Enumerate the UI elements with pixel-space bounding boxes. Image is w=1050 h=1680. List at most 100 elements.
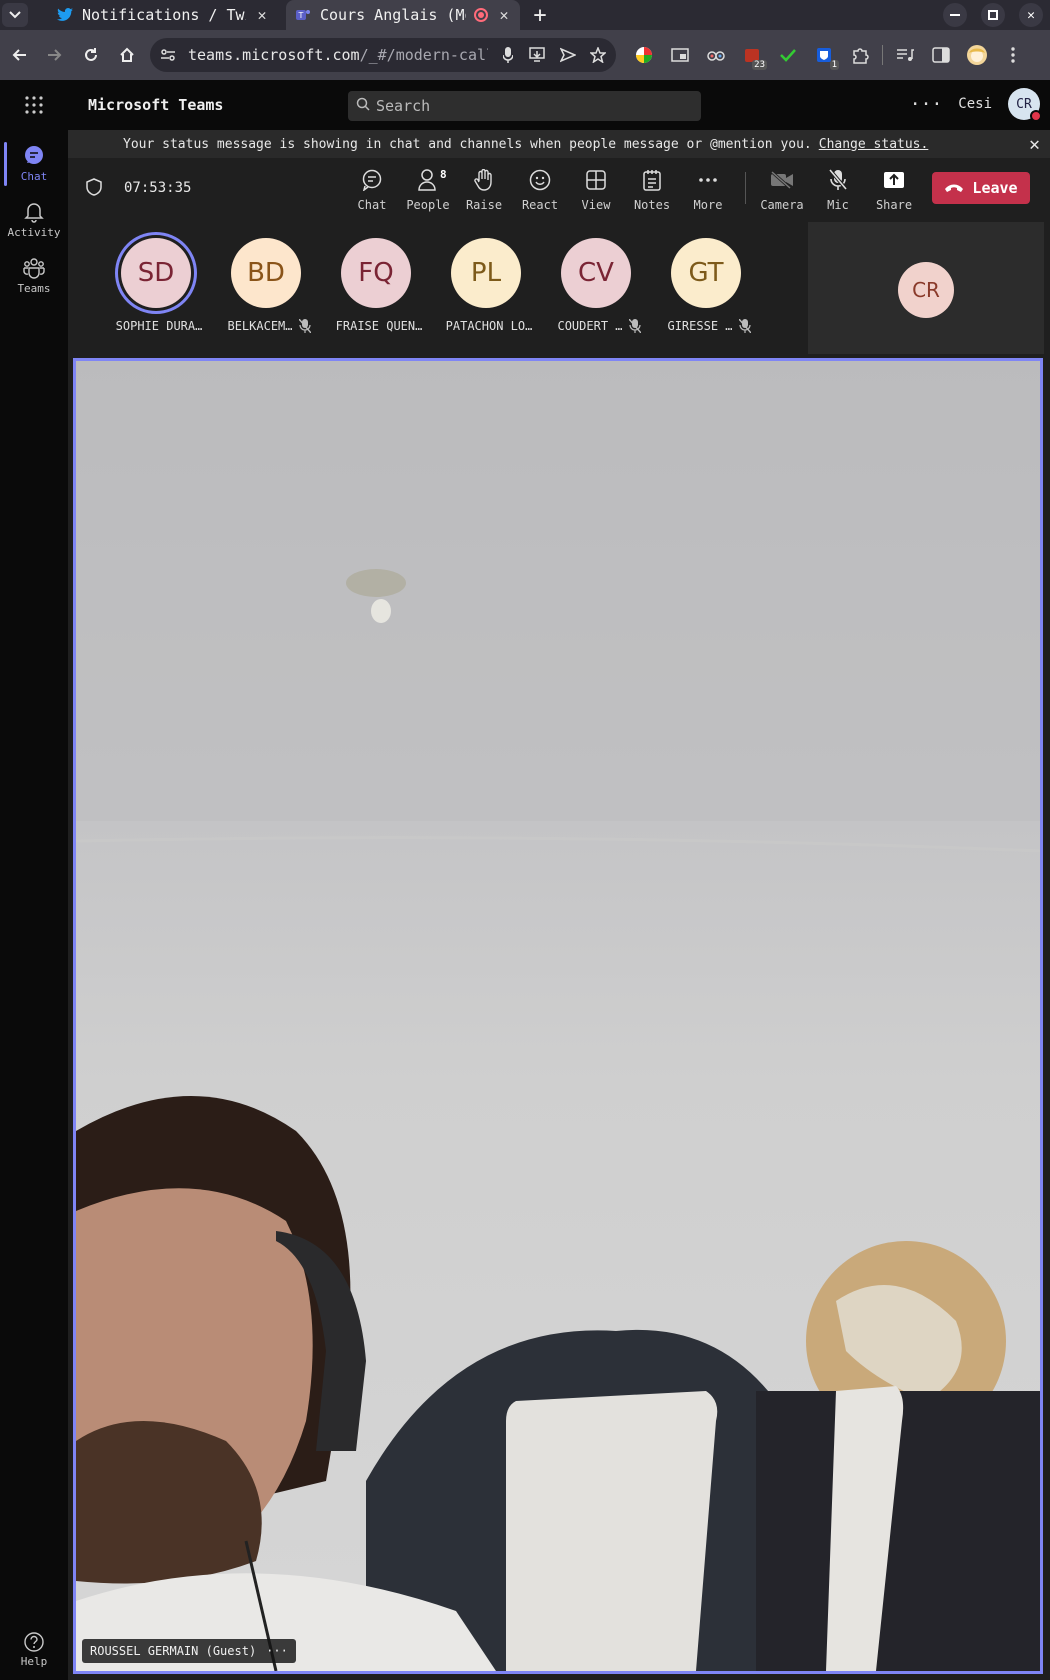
rail-item-chat[interactable]: Chat: [0, 136, 68, 192]
teams-icon: T: [294, 6, 312, 24]
participant-tile[interactable]: CV COUDERT …: [544, 238, 654, 348]
participant-avatar: BD: [231, 238, 301, 308]
participant-tile[interactable]: BD BELKACEM…: [214, 238, 324, 348]
user-avatar[interactable]: CR: [1008, 88, 1042, 122]
org-name[interactable]: Cesi: [958, 96, 992, 112]
participant-avatar: SD: [121, 238, 191, 308]
browser-tab-teams[interactable]: T Cours Anglais (Mo ✕: [286, 0, 520, 30]
site-settings-icon[interactable]: [158, 45, 178, 65]
mic-off-icon: [828, 168, 848, 192]
view-button[interactable]: View: [568, 168, 624, 212]
mic-muted-icon: [738, 319, 751, 333]
minimize-button[interactable]: [936, 0, 974, 30]
notes-button[interactable]: Notes: [624, 168, 680, 212]
shield-icon[interactable]: [86, 178, 102, 200]
microphone-icon[interactable]: [498, 45, 518, 65]
bookmark-star-icon[interactable]: [588, 45, 608, 65]
browser-tab-strip: Notifications / Twi ✕ T Cours Anglais (M…: [0, 0, 1050, 30]
tab-title: Cours Anglais (Mo: [320, 6, 466, 24]
participant-tile[interactable]: SD SOPHIE DURA…: [104, 238, 214, 348]
send-icon[interactable]: [558, 45, 578, 65]
media-control-icon[interactable]: [887, 38, 923, 72]
share-screen-icon: [883, 168, 905, 192]
reload-button[interactable]: [74, 38, 108, 72]
picture-in-picture-icon[interactable]: [662, 38, 698, 72]
participant-name: FRAISE QUEN…: [335, 319, 423, 333]
app-launcher-icon[interactable]: [0, 80, 68, 130]
search-icon: [356, 97, 370, 115]
raise-hand-icon: [474, 168, 494, 192]
rail-item-activity[interactable]: Activity: [0, 192, 68, 248]
notes-icon: [643, 168, 661, 192]
reader-extension-icon[interactable]: [698, 38, 734, 72]
search-placeholder: Search: [376, 97, 431, 115]
bitwarden-extension-icon[interactable]: 1: [806, 38, 842, 72]
profile-avatar-icon[interactable]: [959, 38, 995, 72]
help-button[interactable]: Help: [0, 1632, 68, 1668]
close-window-button[interactable]: ✕: [1012, 0, 1050, 30]
side-panel-icon[interactable]: [923, 38, 959, 72]
camera-off-icon: [770, 168, 794, 192]
camera-button[interactable]: Camera: [754, 168, 810, 212]
chat-button[interactable]: Chat: [344, 168, 400, 212]
tab-search-button[interactable]: [0, 0, 30, 30]
twitter-icon: [56, 6, 74, 24]
participant-options-icon[interactable]: ···: [266, 1644, 288, 1658]
react-button[interactable]: React: [512, 168, 568, 212]
more-options-icon[interactable]: ···: [910, 94, 943, 115]
extensions-puzzle-icon[interactable]: [842, 38, 878, 72]
video-participant-label: ROUSSEL GERMAIN (Guest) ···: [82, 1639, 296, 1663]
rail-item-teams[interactable]: Teams: [0, 248, 68, 304]
participant-strip: SD SOPHIE DURA… BD BELKACEM… FQ FRAISE Q…: [68, 220, 808, 354]
check-extension-icon[interactable]: [770, 38, 806, 72]
toolbar-divider: [882, 45, 883, 65]
participant-name: SOPHIE DURA…: [115, 319, 203, 333]
search-input[interactable]: Search: [348, 91, 701, 121]
teams-people-icon: [23, 258, 45, 279]
share-button[interactable]: Share: [866, 168, 922, 212]
close-banner-icon[interactable]: ✕: [1029, 134, 1040, 155]
browser-menu-icon[interactable]: [995, 38, 1031, 72]
close-tab-icon[interactable]: ✕: [496, 6, 512, 24]
main-video-feed[interactable]: ROUSSEL GERMAIN (Guest) ···: [73, 358, 1043, 1674]
participant-tile[interactable]: FQ FRAISE QUEN…: [324, 238, 434, 348]
window-controls: ✕: [936, 0, 1050, 30]
mic-button[interactable]: Mic: [810, 168, 866, 212]
calendar-extension-icon[interactable]: 23: [734, 38, 770, 72]
meeting-timer: 07:53:35: [124, 180, 192, 196]
status-message-text: Your status message is showing in chat a…: [123, 136, 812, 152]
left-rail: Chat Activity Teams: [0, 130, 68, 1680]
leave-button[interactable]: Leave: [932, 172, 1030, 204]
browser-toolbar: teams.microsoft.com/_#/modern-callin… 23…: [0, 30, 1050, 80]
self-preview-tile[interactable]: CR: [808, 222, 1044, 354]
participant-name: PATACHON LO…: [445, 319, 533, 333]
app-title: Microsoft Teams: [88, 96, 224, 114]
install-app-icon[interactable]: [528, 45, 548, 65]
participant-tile[interactable]: GT GIRESSE …: [654, 238, 764, 348]
back-button[interactable]: [2, 38, 36, 72]
header-right: ··· Cesi CR: [910, 88, 1042, 122]
svg-text:T: T: [298, 11, 304, 20]
video-participant-name: ROUSSEL GERMAIN (Guest): [90, 1644, 257, 1658]
address-bar[interactable]: teams.microsoft.com/_#/modern-callin…: [150, 38, 616, 72]
grid-view-icon: [586, 168, 606, 192]
home-button[interactable]: [110, 38, 144, 72]
smiley-icon: [529, 168, 551, 192]
bell-icon: [24, 203, 44, 223]
participant-avatar: CV: [561, 238, 631, 308]
participant-name: GIRESSE …: [654, 319, 764, 333]
new-tab-button[interactable]: +: [526, 1, 554, 29]
recording-icon: [474, 8, 488, 22]
change-status-link[interactable]: Change status.: [819, 137, 929, 152]
browser-tab-twitter[interactable]: Notifications / Twi ✕: [48, 0, 278, 30]
participant-tile[interactable]: PL PATACHON LO…: [434, 238, 544, 348]
forward-button[interactable]: [38, 38, 72, 72]
url-text: teams.microsoft.com/_#/modern-callin…: [188, 46, 488, 64]
close-tab-icon[interactable]: ✕: [254, 6, 270, 24]
more-button[interactable]: More: [680, 168, 736, 212]
color-extension-icon[interactable]: [626, 38, 662, 72]
maximize-button[interactable]: [974, 0, 1012, 30]
raise-hand-button[interactable]: Raise: [456, 168, 512, 212]
people-button[interactable]: 8 People: [400, 168, 456, 212]
controls-divider: [745, 172, 746, 204]
